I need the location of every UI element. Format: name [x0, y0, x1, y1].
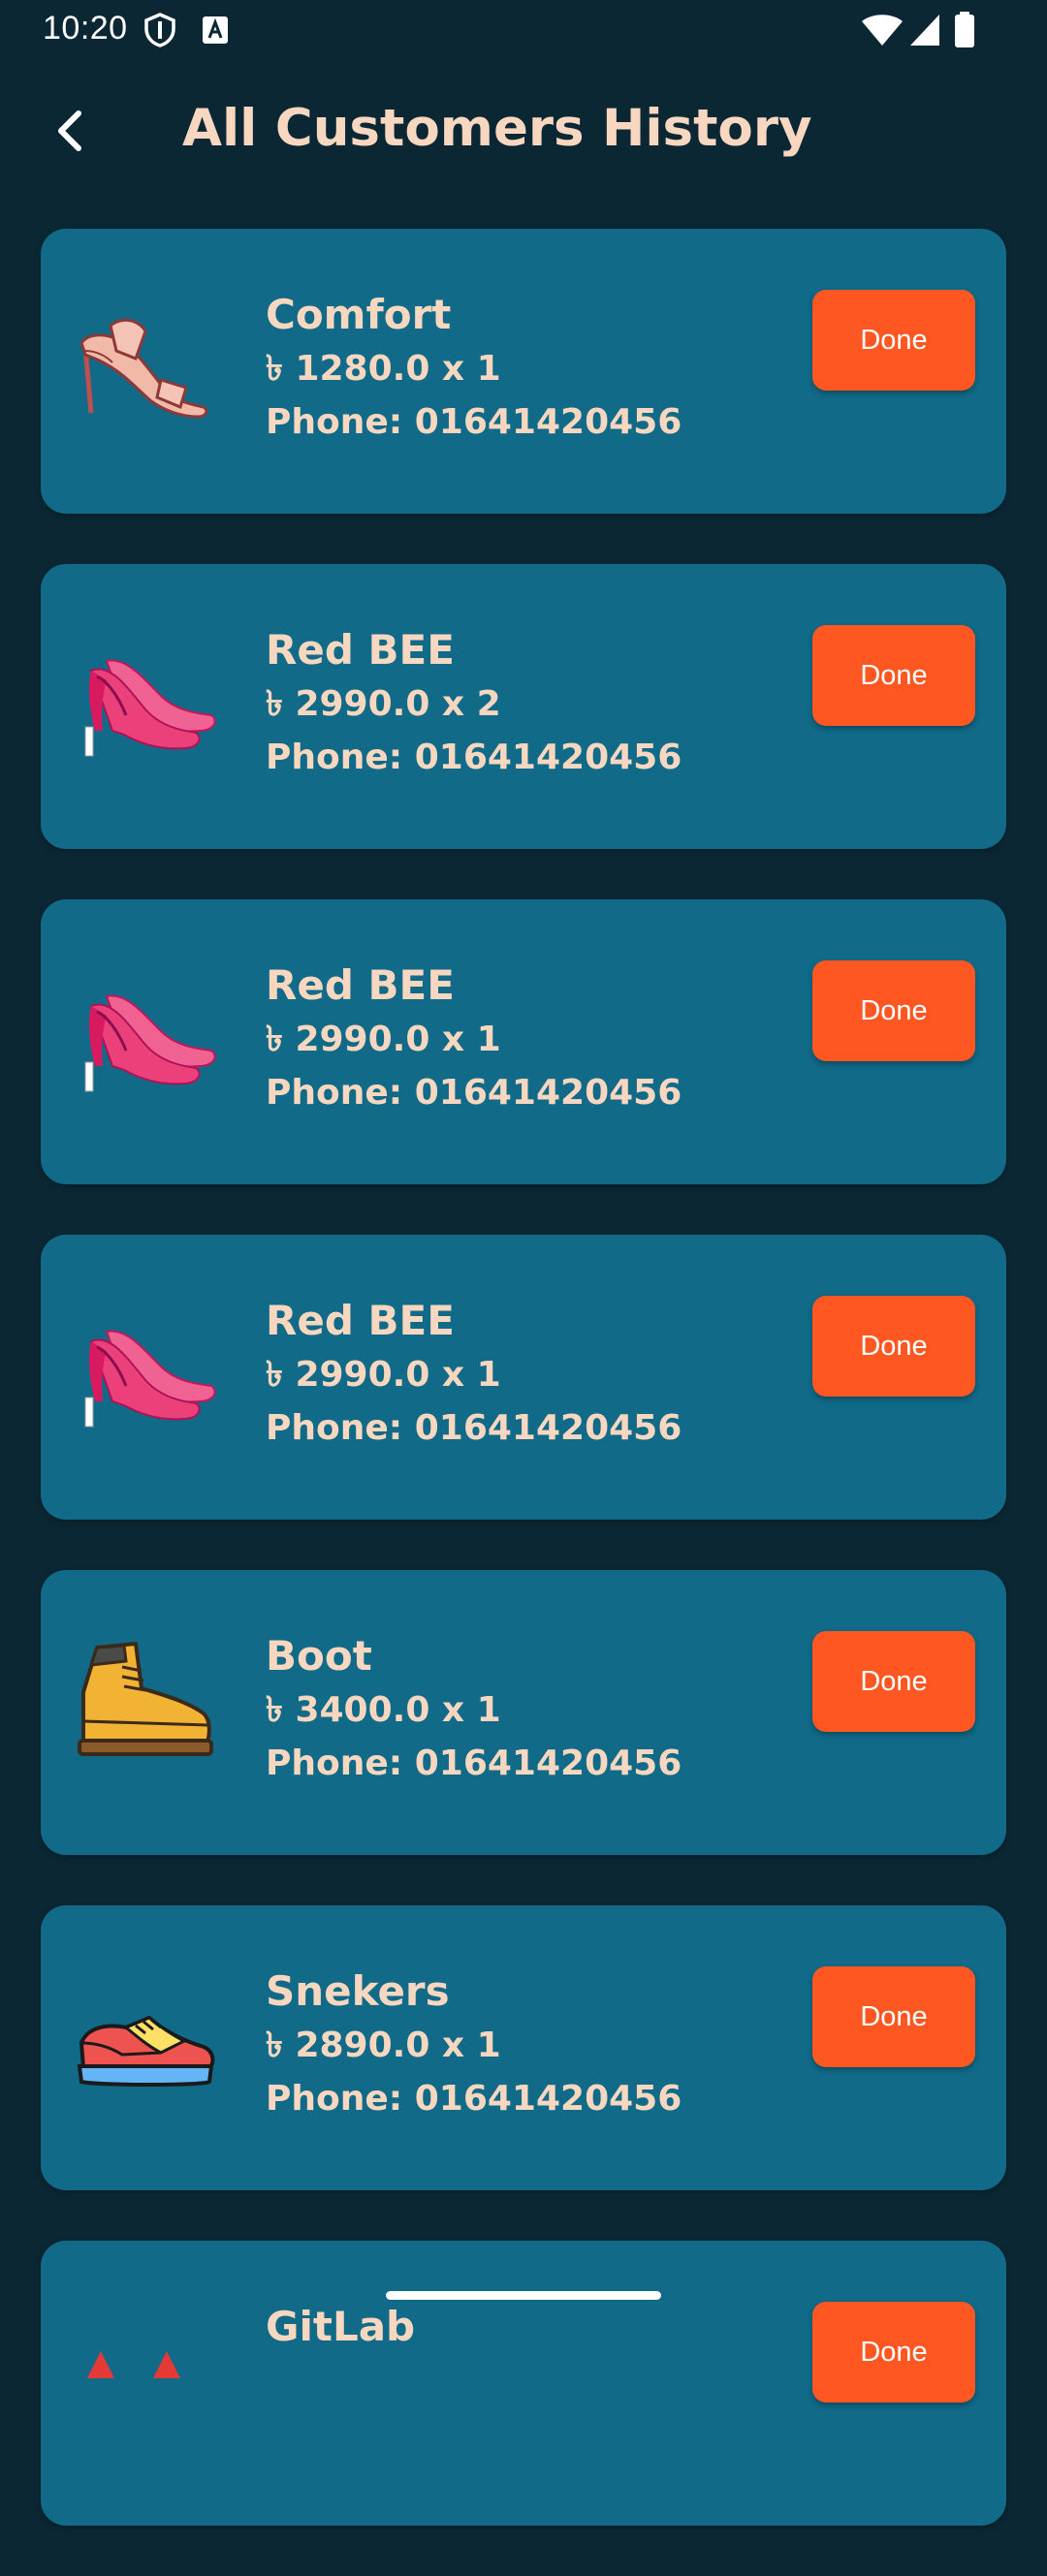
product-info: Comfort ৳ 1280.0 x 1 Phone: 01641420456: [266, 287, 682, 450]
boot-icon: [68, 1628, 223, 1783]
product-name: GitLab: [266, 2303, 416, 2350]
high-heels-icon: [68, 622, 223, 777]
done-button[interactable]: Done: [812, 1296, 975, 1397]
order-card: Comfort ৳ 1280.0 x 1 Phone: 01641420456 …: [41, 229, 1006, 514]
order-list: Comfort ৳ 1280.0 x 1 Phone: 01641420456 …: [41, 229, 1006, 2576]
customer-phone: Phone: 01641420456: [266, 2079, 682, 2119]
product-info: GitLab: [266, 2299, 415, 2355]
product-info: Boot ৳ 3400.0 x 1 Phone: 01641420456: [266, 1628, 682, 1791]
chevron-left-icon: [58, 110, 81, 151]
product-info: Red BEE ৳ 2990.0 x 1 Phone: 01641420456: [266, 1293, 682, 1456]
customer-phone: Phone: 01641420456: [266, 738, 682, 777]
signal-icon: [909, 14, 940, 50]
sandal-icon: [68, 287, 223, 442]
status-bar: 10:20: [0, 0, 1047, 60]
page-title: All Customers History: [182, 99, 812, 158]
product-info: Snekers ৳ 2890.0 x 1 Phone: 01641420456: [266, 1963, 682, 2126]
sneaker-icon: [68, 1963, 223, 2119]
customer-phone: Phone: 01641420456: [266, 1408, 682, 1448]
product-name: Snekers: [266, 1967, 450, 2015]
shield-icon: [143, 13, 176, 51]
customer-phone: Phone: 01641420456: [266, 1073, 682, 1113]
back-button[interactable]: [39, 99, 103, 163]
wifi-icon: [861, 14, 904, 50]
order-card: Red BEE ৳ 2990.0 x 1 Phone: 01641420456 …: [41, 1235, 1006, 1520]
gesture-nav-handle[interactable]: [386, 2291, 661, 2300]
done-button[interactable]: Done: [812, 2302, 975, 2403]
product-name: Red BEE: [266, 961, 455, 1009]
product-price: ৳ 1280.0 x 1: [266, 349, 501, 389]
high-heels-icon: [68, 958, 223, 1113]
app-bar: All Customers History: [0, 60, 1047, 205]
order-card: Red BEE ৳ 2990.0 x 1 Phone: 01641420456 …: [41, 899, 1006, 1184]
done-button[interactable]: Done: [812, 1966, 975, 2067]
product-name: Comfort: [266, 291, 452, 338]
order-card: Boot ৳ 3400.0 x 1 Phone: 01641420456 Don…: [41, 1570, 1006, 1855]
product-price: ৳ 2990.0 x 2: [266, 684, 501, 724]
product-info: Red BEE ৳ 2990.0 x 2 Phone: 01641420456: [266, 622, 682, 785]
keyboard-a-icon: [202, 16, 229, 48]
product-info: Red BEE ৳ 2990.0 x 1 Phone: 01641420456: [266, 958, 682, 1120]
product-price: ৳ 2990.0 x 1: [266, 1020, 501, 1059]
status-time: 10:20: [43, 10, 128, 47]
order-card: GitLab Done: [41, 2241, 1006, 2526]
order-card: Red BEE ৳ 2990.0 x 2 Phone: 01641420456 …: [41, 564, 1006, 849]
battery-icon: [954, 12, 975, 52]
order-card: Snekers ৳ 2890.0 x 1 Phone: 01641420456 …: [41, 1905, 1006, 2190]
red-heels-icon: [68, 2299, 223, 2454]
done-button[interactable]: Done: [812, 290, 975, 391]
product-name: Red BEE: [266, 626, 455, 674]
product-price: ৳ 2890.0 x 1: [266, 2026, 501, 2065]
high-heels-icon: [68, 1293, 223, 1448]
product-price: ৳ 2990.0 x 1: [266, 1355, 501, 1395]
done-button[interactable]: Done: [812, 960, 975, 1061]
product-price: ৳ 3400.0 x 1: [266, 1690, 501, 1730]
done-button[interactable]: Done: [812, 625, 975, 726]
product-name: Red BEE: [266, 1297, 455, 1344]
product-name: Boot: [266, 1632, 372, 1680]
done-button[interactable]: Done: [812, 1631, 975, 1732]
customer-phone: Phone: 01641420456: [266, 402, 682, 442]
customer-phone: Phone: 01641420456: [266, 1744, 682, 1783]
